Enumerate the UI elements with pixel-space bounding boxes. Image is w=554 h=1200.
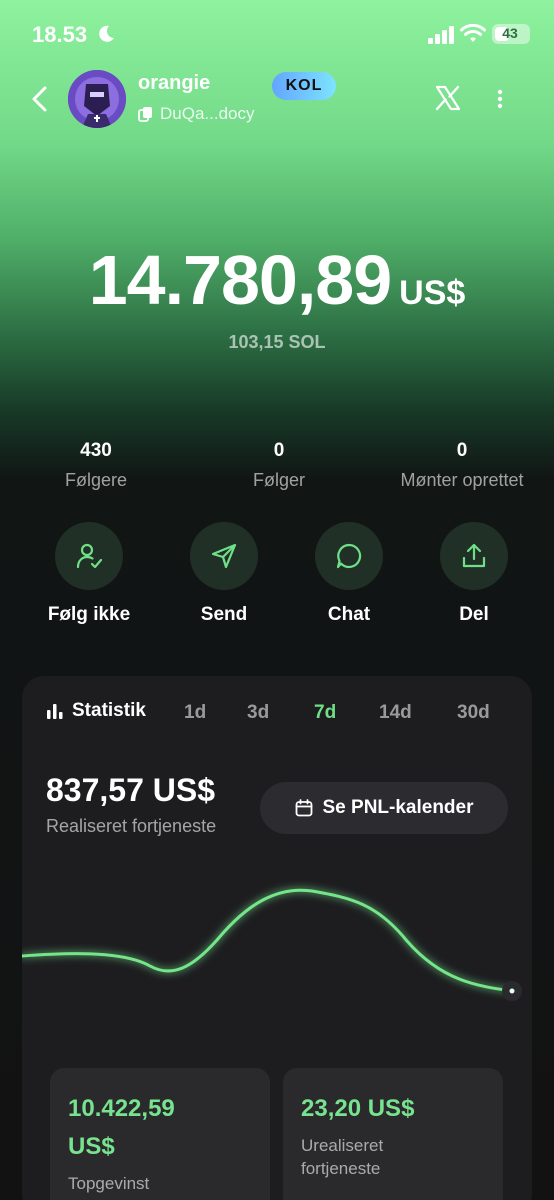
timeframe-tabs: Statistik 1d 3d 7d 14d 30d [46,698,516,728]
tile-value-line2: US$ [68,1133,115,1160]
tile-label: Urealiseret [301,1136,384,1155]
pnl-calendar-button[interactable]: Se PNL-kalender [260,782,508,834]
realized-pnl-label: Realiseret fortjeneste [46,816,217,836]
tile-value: 23,20 US$ [301,1095,415,1122]
tab-7d[interactable]: 7d [314,702,336,724]
copy-icon[interactable] [138,106,154,122]
action-circle[interactable] [190,522,258,590]
status-time: 18.53 [32,22,88,47]
signal-icon [428,26,454,44]
unfollow-button[interactable]: Følg ikke [29,522,149,626]
tile-label: Topgevinst [68,1174,150,1193]
statistics-title-text: Statistik [72,700,146,721]
action-label: Send [200,604,248,625]
sol-balance: 103,15 SOL [228,332,326,352]
stat-coins-created[interactable]: 0 Mønter oprettet [372,440,552,491]
kol-badge: KOL [272,72,336,100]
x-logo-icon[interactable] [434,84,462,112]
battery-icon: 43 [492,24,530,44]
wallet-address-text: DuQa...docy [160,104,255,123]
send-icon [211,543,237,569]
top-profit-tile: 10.422,59 US$ Topgevinst [50,1068,270,1200]
realized-pnl-value: 837,57 US$ [46,772,216,808]
statistics-title: Statistik [46,700,146,722]
share-icon [462,543,486,568]
wallet-address[interactable]: DuQa...docy [138,104,255,124]
pnl-end-dot [509,988,515,994]
tab-30d[interactable]: 30d [457,702,490,724]
send-button[interactable]: Send [164,522,284,626]
action-circle[interactable] [440,522,508,590]
status-bar: 18.53 43 [0,0,554,70]
tile-value: 10.422,59 [68,1095,175,1122]
avatar[interactable] [68,70,126,128]
tab-14d[interactable]: 14d [379,702,412,724]
chat-button[interactable]: Chat [289,522,409,626]
user-check-icon [76,543,103,569]
stat-label: Følgere [64,470,127,490]
stat-value: 0 [456,440,468,461]
stat-following[interactable]: 0 Følger [189,440,369,491]
action-label: Del [459,604,489,625]
action-circle[interactable] [55,522,123,590]
portfolio-balance: 14.780,89 US$ [0,240,554,320]
moon-icon [99,25,114,42]
action-row: Følg ikke Send Chat Del [0,522,554,632]
tab-1d[interactable]: 1d [184,702,206,724]
more-vertical-icon[interactable] [490,84,510,114]
calendar-icon [295,799,312,817]
wifi-icon [460,24,486,42]
stat-label: Følger [252,470,305,490]
action-label: Chat [327,604,371,625]
chat-icon [336,543,362,569]
action-label: Følg ikke [47,604,131,625]
battery-level: 43 [502,25,518,41]
pnl-line-chart [22,888,522,1001]
action-circle[interactable] [315,522,383,590]
stat-value: 0 [273,440,285,461]
pnl-calendar-label: Se PNL-kalender [322,797,474,818]
stat-label: Mønter oprettet [400,470,524,490]
balance-unit: US$ [399,274,466,312]
stat-followers[interactable]: 430 Følgere [6,440,186,491]
profile-name: orangie [138,72,211,94]
share-button[interactable]: Del [414,522,534,626]
statistics-card: Statistik 1d 3d 7d 14d 30d 837,57 US$ Re… [22,676,532,1200]
stat-value: 430 [80,440,112,461]
unrealized-profit-tile: 23,20 US$ Urealiseret fortjeneste [283,1068,503,1200]
balance-value: 14.780,89 [88,241,392,319]
tile-label-line2: fortjeneste [301,1159,381,1178]
knight-avatar-icon [68,70,126,128]
profile-header: orangie KOL DuQa...docy [0,66,554,132]
bar-chart-icon [47,704,63,719]
tab-3d[interactable]: 3d [247,702,269,724]
back-chevron-icon[interactable] [28,84,52,114]
pnl-line [22,888,514,993]
